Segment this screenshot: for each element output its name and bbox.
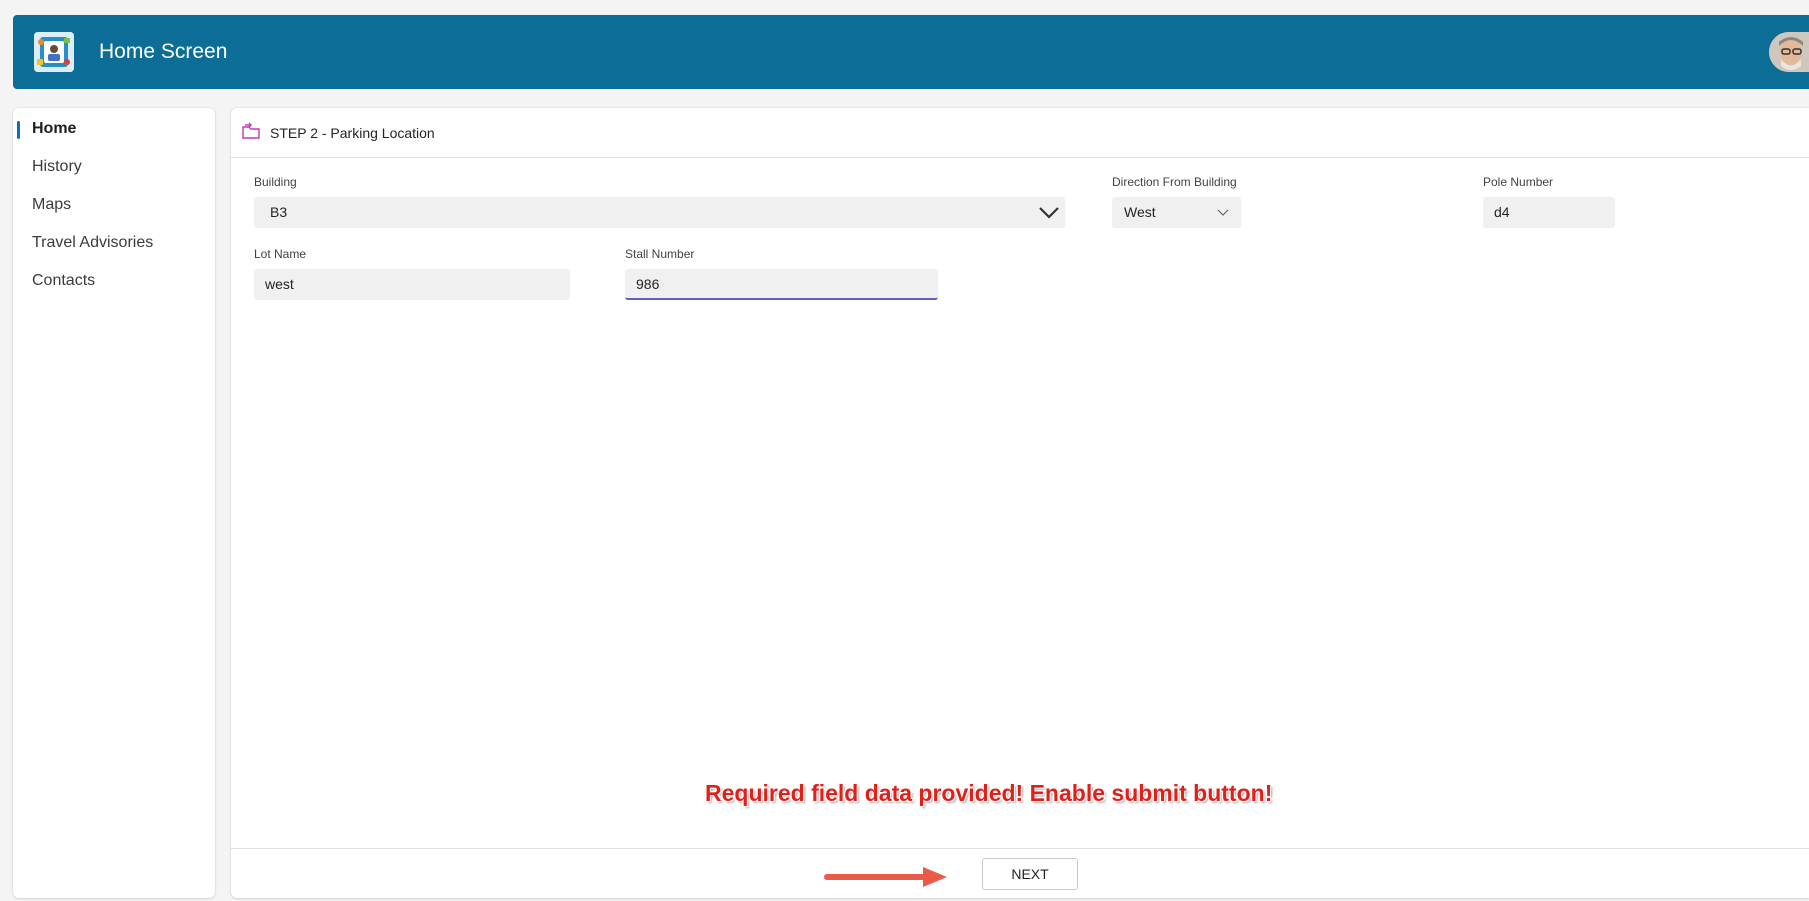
step-header: STEP 2 - Parking Location (231, 108, 1809, 158)
arrow-icon (824, 867, 947, 887)
building-dropdown[interactable]: B3 (254, 197, 1065, 228)
sidebar-item-history[interactable]: History (32, 152, 82, 182)
sidebar-item-maps[interactable]: Maps (32, 190, 71, 220)
step-title: STEP 2 - Parking Location (270, 125, 435, 141)
chevron-down-icon[interactable] (1039, 197, 1059, 228)
user-avatar-icon[interactable] (1769, 32, 1809, 72)
sidebar-item-home[interactable]: Home (32, 114, 76, 144)
parking-step-icon (241, 122, 261, 140)
chevron-down-icon[interactable] (1217, 197, 1229, 228)
direction-dropdown[interactable]: West (1112, 197, 1241, 228)
stall-number-input[interactable] (625, 269, 938, 300)
sidebar: Home History Maps Travel Advisories Cont… (13, 108, 215, 898)
building-value: B3 (270, 204, 288, 220)
app-logo-icon[interactable] (34, 32, 74, 72)
building-label: Building (254, 175, 297, 189)
footer-bar: NEXT (231, 848, 1809, 898)
direction-value: West (1124, 204, 1156, 220)
main-panel: STEP 2 - Parking Location Building B3 Di… (231, 108, 1809, 898)
next-button[interactable]: NEXT (982, 858, 1078, 890)
pole-number-label: Pole Number (1483, 175, 1554, 189)
app-header: Home Screen (13, 15, 1809, 89)
sidebar-item-travel-advisories[interactable]: Travel Advisories (32, 228, 153, 258)
stall-number-label: Stall Number (625, 247, 695, 261)
sidebar-item-contacts[interactable]: Contacts (32, 266, 95, 296)
lot-name-input[interactable] (254, 269, 570, 300)
annotation-text: Required field data provided! Enable sub… (705, 780, 1273, 806)
nav-active-indicator (17, 121, 20, 139)
lot-name-label: Lot Name (254, 247, 307, 261)
app-title: Home Screen (99, 40, 228, 63)
direction-label: Direction From Building (1112, 175, 1237, 189)
pole-number-input[interactable] (1483, 197, 1615, 228)
